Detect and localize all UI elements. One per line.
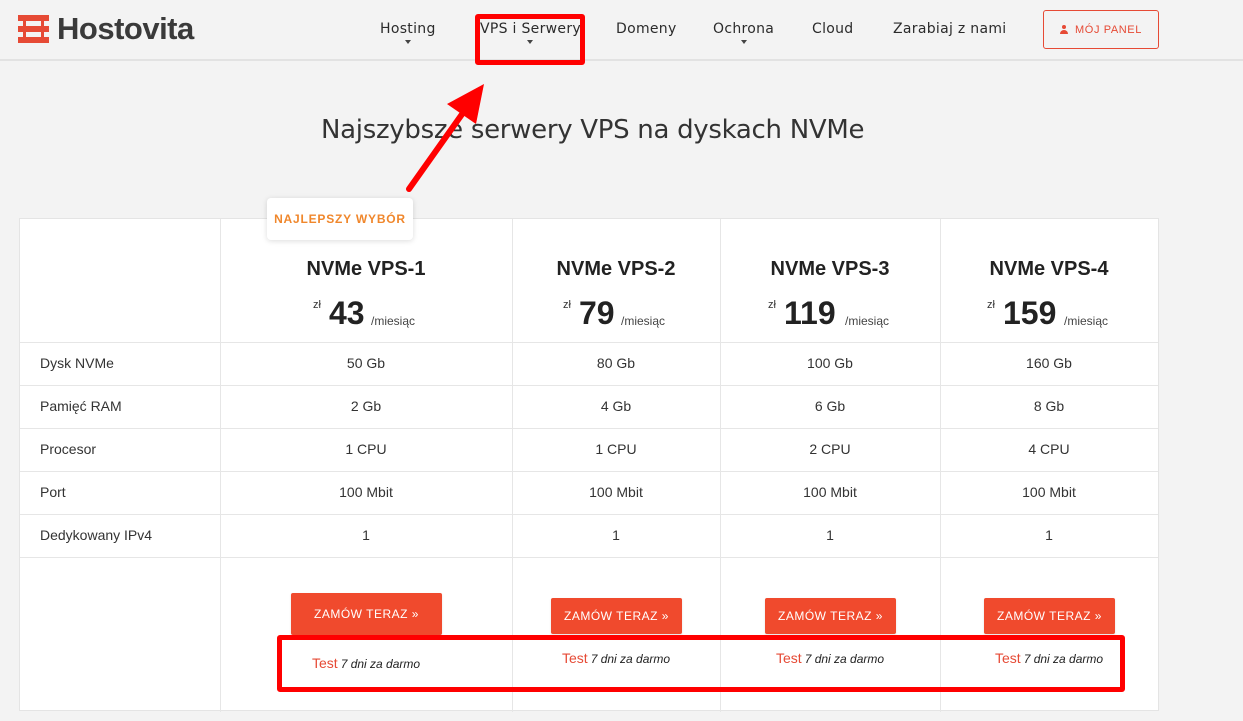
nav-label: Domeny bbox=[616, 21, 677, 37]
best-choice-badge: NAJLEPSZY WYBÓR bbox=[267, 198, 413, 240]
table-cell: 100 Mbit bbox=[589, 484, 643, 500]
nav-item-ochrona[interactable]: Ochrona bbox=[713, 21, 775, 44]
chevron-down-icon bbox=[740, 40, 747, 44]
order-button-vps4[interactable]: ZAMÓW TERAZ » bbox=[984, 598, 1115, 634]
table-cell: 1 bbox=[362, 527, 370, 543]
price-currency: zł bbox=[768, 299, 776, 311]
table-cell: 1 CPU bbox=[345, 441, 387, 457]
logo-text: Hostovita bbox=[57, 11, 194, 46]
table-cell: 100 Gb bbox=[807, 355, 853, 371]
plan-name: NVMe VPS-1 bbox=[306, 258, 426, 280]
row-label-disk: Dysk NVMe bbox=[40, 355, 114, 371]
plan-name: NVMe VPS-2 bbox=[556, 258, 676, 280]
price-currency: zł bbox=[313, 299, 321, 311]
table-cell: 1 bbox=[826, 527, 834, 543]
table-cell: 80 Gb bbox=[596, 355, 636, 371]
plan-name: NVMe VPS-4 bbox=[989, 258, 1109, 280]
price-value: 79 bbox=[579, 295, 615, 331]
nav-label: Ochrona bbox=[713, 21, 775, 37]
price-value: 43 bbox=[329, 295, 365, 331]
my-panel-button[interactable]: MÓJ PANEL bbox=[1043, 10, 1159, 49]
nav-item-hosting[interactable]: Hosting bbox=[380, 21, 436, 44]
annotation-highlight-trials bbox=[277, 635, 1125, 692]
site-header: Hostovita Hosting VPS i Serwery Domeny O… bbox=[0, 0, 1243, 61]
table-cell: 1 CPU bbox=[595, 441, 637, 457]
price-period: /miesiąc bbox=[1064, 314, 1109, 328]
nav-label: Cloud bbox=[812, 21, 854, 37]
table-cell: 2 Gb bbox=[350, 398, 382, 414]
table-cell: 100 Mbit bbox=[803, 484, 857, 500]
table-cell: 6 Gb bbox=[814, 398, 846, 414]
price-value: 119 bbox=[784, 295, 836, 331]
table-cell: 8 Gb bbox=[1033, 398, 1065, 414]
order-button-vps2[interactable]: ZAMÓW TERAZ » bbox=[551, 598, 682, 634]
annotation-highlight-nav bbox=[475, 14, 585, 65]
table-cell: 4 Gb bbox=[600, 398, 632, 414]
order-button-vps1[interactable]: ZAMÓW TERAZ » bbox=[291, 593, 442, 635]
price-period: /miesiąc bbox=[621, 314, 666, 328]
table-cell: 160 Gb bbox=[1026, 355, 1072, 371]
table-cell: 100 Mbit bbox=[1022, 484, 1076, 500]
my-panel-label: MÓJ PANEL bbox=[1075, 23, 1142, 36]
table-cell: 100 Mbit bbox=[339, 484, 393, 500]
nav-item-cloud[interactable]: Cloud bbox=[812, 21, 854, 37]
price-value: 159 bbox=[1003, 295, 1057, 331]
nav-item-domeny[interactable]: Domeny bbox=[616, 21, 677, 37]
row-label-port: Port bbox=[40, 484, 66, 500]
table-cell: 4 CPU bbox=[1028, 441, 1070, 457]
nav-item-zarabiaj[interactable]: Zarabiaj z nami bbox=[893, 21, 1006, 37]
row-label-ram: Pamięć RAM bbox=[40, 398, 122, 414]
price-period: /miesiąc bbox=[371, 314, 416, 328]
order-button-vps3[interactable]: ZAMÓW TERAZ » bbox=[765, 598, 896, 634]
user-icon bbox=[1060, 25, 1069, 34]
price-currency: zł bbox=[987, 299, 995, 311]
logo-icon bbox=[18, 15, 49, 43]
page-title: Najszybsze serwery VPS na dyskach NVMe bbox=[321, 115, 865, 145]
table-cell: 50 Gb bbox=[346, 355, 386, 371]
table-cell: 1 bbox=[1045, 527, 1053, 543]
price-period: /miesiąc bbox=[845, 314, 890, 328]
table-cell: 1 bbox=[612, 527, 620, 543]
row-label-ipv4: Dedykowany IPv4 bbox=[40, 527, 153, 543]
nav-label: Zarabiaj z nami bbox=[893, 21, 1007, 37]
logo[interactable]: Hostovita bbox=[18, 11, 194, 46]
plan-name: NVMe VPS-3 bbox=[770, 258, 890, 280]
row-label-cpu: Procesor bbox=[40, 441, 97, 457]
price-currency: zł bbox=[563, 299, 571, 311]
chevron-down-icon bbox=[404, 40, 411, 44]
table-cell: 2 CPU bbox=[809, 441, 851, 457]
nav-label: Hosting bbox=[380, 21, 436, 37]
